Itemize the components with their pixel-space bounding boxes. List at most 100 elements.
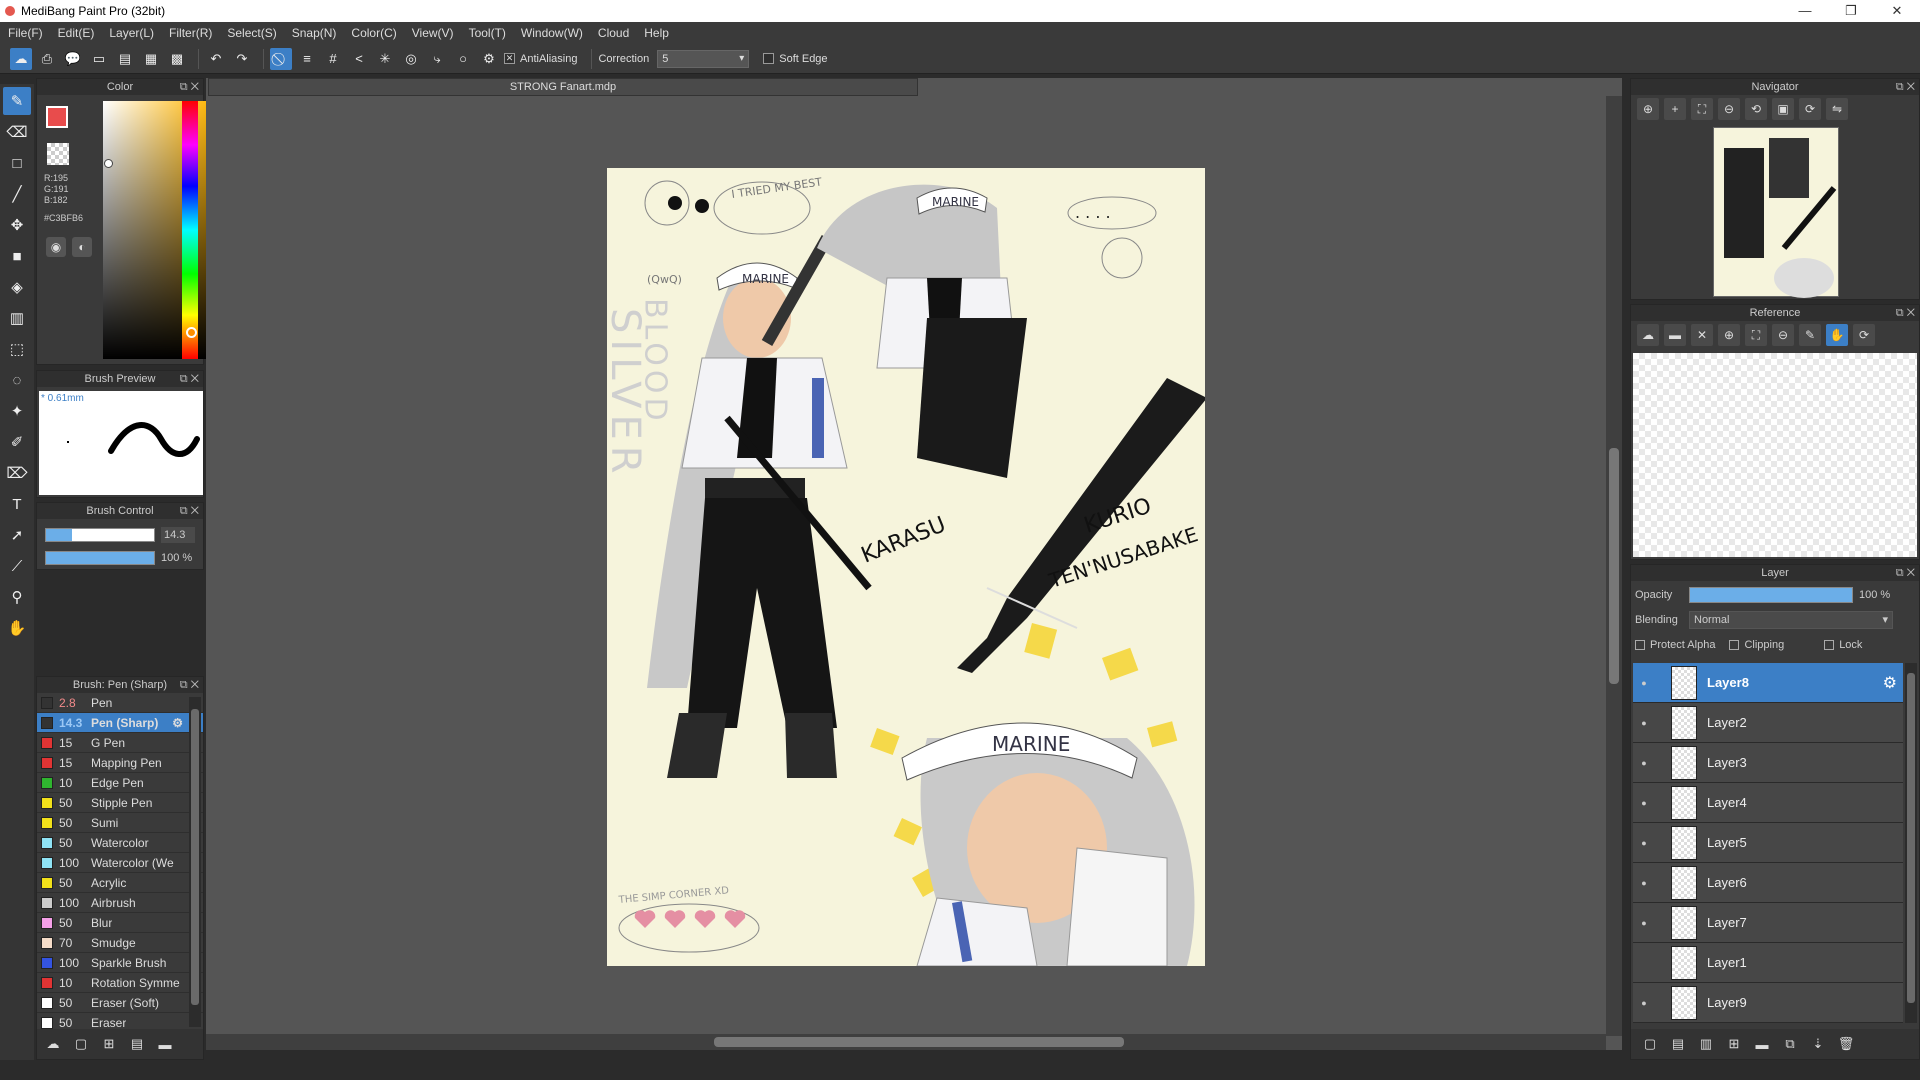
dot-tool-icon[interactable]: □ xyxy=(3,149,31,177)
ref-close-icon[interactable]: ✕ xyxy=(1691,324,1713,346)
sv-picker-handle[interactable] xyxy=(104,159,113,168)
layer-folder-icon[interactable]: ▬ xyxy=(1751,1037,1773,1052)
undo-icon[interactable]: ↶ xyxy=(205,48,227,70)
cloud-icon[interactable]: ☁ xyxy=(10,47,32,70)
brush-item[interactable]: 14.3 Pen (Sharp) ⚙ xyxy=(37,713,203,733)
panel-controls-icon[interactable]: ⧉ ✕ xyxy=(1896,305,1915,321)
canvas-vertical-scrollbar[interactable] xyxy=(1606,96,1622,1036)
panel-controls-icon[interactable]: ⧉ ✕ xyxy=(180,371,199,387)
layer-visibility-icon[interactable]: ● xyxy=(1633,678,1655,688)
ref-zoom-out-icon[interactable]: ⊖ xyxy=(1772,324,1794,346)
menu-view[interactable]: View(V) xyxy=(412,26,454,40)
layer-visibility-icon[interactable]: ● xyxy=(1633,998,1655,1008)
hue-slider-handle[interactable] xyxy=(186,327,197,338)
foreground-color-swatch[interactable] xyxy=(46,106,68,128)
snap-radial-icon[interactable]: ✳ xyxy=(374,48,396,70)
layer-visibility-icon[interactable]: ● xyxy=(1633,878,1655,888)
brush-item[interactable]: 50 Blur xyxy=(37,913,203,933)
protect-alpha-checkbox[interactable] xyxy=(1635,640,1645,650)
save-icon[interactable]: ⎙ xyxy=(36,48,58,70)
menu-color[interactable]: Color(C) xyxy=(351,26,396,40)
brush-item[interactable]: 50 Watercolor xyxy=(37,833,203,853)
eyedropper-tool-icon[interactable]: ⚲ xyxy=(3,583,31,611)
ref-hand-icon[interactable]: ✋ xyxy=(1826,324,1848,346)
layer-visibility-icon[interactable]: ● xyxy=(1633,758,1655,768)
brush-item[interactable]: 50 Stipple Pen xyxy=(37,793,203,813)
panel-controls-icon[interactable]: ⧉ ✕ xyxy=(180,79,199,95)
menu-file[interactable]: File(F) xyxy=(8,26,43,40)
layer-visibility-icon[interactable]: ● xyxy=(1633,798,1655,808)
menu-select[interactable]: Select(S) xyxy=(227,26,276,40)
delete-layer-icon[interactable]: 🗑 xyxy=(1835,1036,1857,1052)
panel-controls-icon[interactable]: ⧉ ✕ xyxy=(180,677,199,693)
lock-checkbox[interactable] xyxy=(1824,640,1835,650)
navigator-thumbnail[interactable] xyxy=(1713,127,1839,298)
snap-parallel-icon[interactable]: ≡ xyxy=(296,48,318,70)
brush-size-slider[interactable] xyxy=(45,528,155,542)
layer-visibility-icon[interactable]: ● xyxy=(1633,838,1655,848)
brush-settings-gear-icon[interactable]: ⚙ xyxy=(172,716,183,730)
select-pen-icon[interactable]: ✐ xyxy=(3,428,31,456)
hand-tool-icon[interactable]: ✋ xyxy=(3,614,31,642)
brush-item[interactable]: 2.8 Pen xyxy=(37,693,203,713)
layer-list-scrollbar[interactable] xyxy=(1905,663,1917,1023)
brush-item[interactable]: 100 Sparkle Brush xyxy=(37,953,203,973)
layer-visibility-icon[interactable]: ● xyxy=(1633,718,1655,728)
menu-help[interactable]: Help xyxy=(644,26,669,40)
rotate-left-icon[interactable]: ⟲ xyxy=(1745,98,1767,120)
brush-opacity-slider[interactable] xyxy=(45,551,155,565)
brush-item[interactable]: 15 G Pen xyxy=(37,733,203,753)
panel-controls-icon[interactable]: ⧉ ✕ xyxy=(180,503,199,519)
zoom-out-icon[interactable]: ⊖ xyxy=(1718,98,1740,120)
layer-row[interactable]: ● Layer9 xyxy=(1633,983,1903,1023)
hue-slider[interactable] xyxy=(182,101,198,359)
ref-eyedropper-icon[interactable]: ✎ xyxy=(1799,324,1821,346)
correction-select[interactable]: 5 xyxy=(657,49,750,68)
actual-size-icon[interactable]: ▣ xyxy=(1772,98,1794,120)
brush-folder-icon[interactable]: ▬ xyxy=(155,1037,175,1052)
zoom-plus-icon[interactable]: + xyxy=(1664,98,1686,120)
close-button[interactable]: ✕ xyxy=(1874,0,1920,22)
layer-list-scroll-thumb[interactable] xyxy=(1907,673,1915,1003)
snap-concentric-icon[interactable]: ◎ xyxy=(400,48,422,70)
ref-open-icon[interactable]: ▬ xyxy=(1664,324,1686,346)
ref-zoom-in-icon[interactable]: ⊕ xyxy=(1718,324,1740,346)
redo-icon[interactable]: ↷ xyxy=(231,48,253,70)
artboard[interactable]: I TRIED MY BEST . . . . (QwQ) THE SIMP C… xyxy=(607,168,1205,966)
duplicate-layer-icon[interactable]: ⧉ xyxy=(1779,1036,1801,1052)
speech-bubble-icon[interactable]: 💬 xyxy=(62,48,84,70)
brush-item[interactable]: 70 Smudge xyxy=(37,933,203,953)
divide-tool-icon[interactable]: ⟋ xyxy=(3,552,31,580)
reference-canvas[interactable] xyxy=(1633,353,1917,557)
text-tool-icon[interactable]: T xyxy=(3,490,31,518)
color-wheel-icon[interactable]: ◐ xyxy=(72,237,92,257)
ref-cloud-icon[interactable]: ☁ xyxy=(1637,324,1659,346)
menu-cloud[interactable]: Cloud xyxy=(598,26,629,40)
layer-row[interactable]: Layer1 xyxy=(1633,943,1903,983)
panel-icon[interactable]: ▦ xyxy=(140,48,162,70)
new-brush-icon[interactable]: ▢ xyxy=(71,1036,91,1052)
panel-controls-icon[interactable]: ⧉ ✕ xyxy=(1896,79,1915,95)
color-palette-icon[interactable]: ◉ xyxy=(46,237,66,257)
new-layer-icon[interactable]: ▢ xyxy=(1639,1036,1661,1052)
ref-rotate-icon[interactable]: ⟳ xyxy=(1853,324,1875,346)
brush-list-scrollbar[interactable] xyxy=(189,697,201,1027)
snap-circle-icon[interactable]: ○ xyxy=(452,48,474,70)
move-tool-icon[interactable]: ✥ xyxy=(3,211,31,239)
menu-filter[interactable]: Filter(R) xyxy=(169,26,212,40)
layer-row[interactable]: ● Layer2 xyxy=(1633,703,1903,743)
brush-item[interactable]: 10 Rotation Symme xyxy=(37,973,203,993)
comment-icon[interactable]: ▭ xyxy=(88,48,110,70)
bucket-tool-icon[interactable]: ◈ xyxy=(3,273,31,301)
new-8bit-layer-icon[interactable]: ▥ xyxy=(1695,1036,1717,1052)
maximize-button[interactable]: ❐ xyxy=(1828,0,1874,22)
brush-item[interactable]: 100 Watercolor (We xyxy=(37,853,203,873)
fit-icon[interactable]: ⛶ xyxy=(1691,98,1713,120)
menu-tool[interactable]: Tool(T) xyxy=(469,26,506,40)
snap-curve-icon[interactable]: ⤷ xyxy=(426,48,448,70)
snap-off-icon[interactable]: ⃠ xyxy=(270,47,292,70)
layer-row[interactable]: ● Layer5 xyxy=(1633,823,1903,863)
blending-select[interactable]: Normal xyxy=(1689,611,1893,629)
rotate-right-icon[interactable]: ⟳ xyxy=(1799,98,1821,120)
layer-visibility-icon[interactable]: ● xyxy=(1633,918,1655,928)
